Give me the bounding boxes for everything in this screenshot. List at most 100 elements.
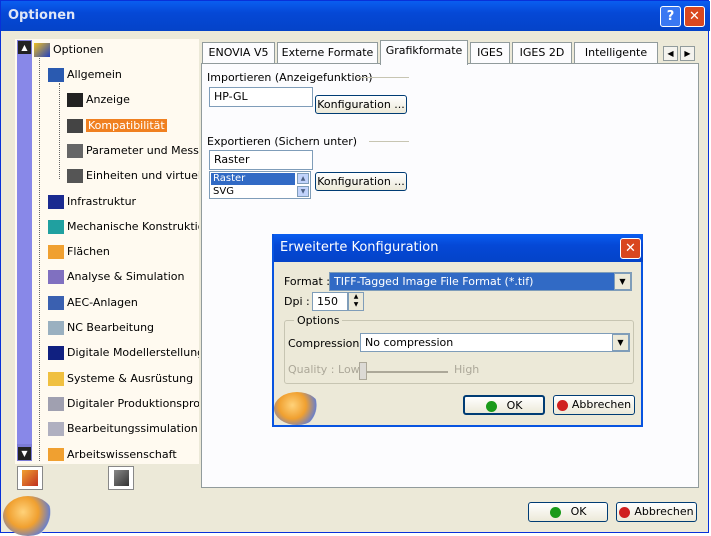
- surface-icon: [48, 245, 64, 260]
- list-scroll-down-icon[interactable]: ▼: [297, 186, 309, 197]
- machining-sim-icon: [48, 422, 64, 437]
- close-button[interactable]: ✕: [684, 6, 705, 27]
- analysis-icon: [48, 270, 64, 285]
- list-scroll-up-icon[interactable]: ▲: [297, 173, 309, 184]
- tree-scroll-down-icon[interactable]: ▼: [18, 447, 31, 460]
- quality-label: Quality : Low: [288, 363, 360, 376]
- quality-high-label: High: [454, 363, 480, 376]
- export-config-button[interactable]: Konfiguration ...: [315, 172, 407, 191]
- tree-item-label: Flächen: [67, 245, 110, 259]
- home-icon: [22, 470, 38, 486]
- tree-item-label: Allgemein: [67, 68, 122, 81]
- compression-label: Compression :: [288, 337, 367, 350]
- tab-iges-2d[interactable]: IGES 2D: [512, 42, 572, 64]
- tree-root-line: [39, 55, 40, 461]
- tree-item-einheiten-und-virtuelle-f[interactable]: Einheiten und virtuelle F: [67, 167, 199, 185]
- tree-item-digitale-modellerstellung[interactable]: Digitale Modellerstellung: [48, 344, 199, 362]
- tab-iges[interactable]: IGES: [470, 42, 510, 64]
- ok-button[interactable]: OK: [528, 502, 608, 522]
- catia-logo-decoration: [3, 496, 53, 536]
- options-group-label: Options: [294, 314, 343, 327]
- tree-root-label: Optionen: [53, 43, 104, 56]
- import-config-button[interactable]: Konfiguration ...: [315, 95, 407, 114]
- tree-item-kompatibilität[interactable]: Kompatibilität: [67, 117, 167, 135]
- tree-item-label: Digitale Modellerstellung: [67, 346, 199, 360]
- export-list-item-svg[interactable]: SVG: [211, 186, 295, 198]
- digital-model-icon: [48, 346, 64, 361]
- infra-icon: [48, 194, 64, 209]
- tree-item-bearbeitungssimulation[interactable]: Bearbeitungssimulation: [48, 420, 198, 438]
- tab-enovia-v5[interactable]: ENOVIA V5: [202, 42, 275, 64]
- tree-scrollbar[interactable]: [17, 40, 32, 461]
- tab-externe-formate[interactable]: Externe Formate: [277, 42, 378, 64]
- tree-scroll-up-icon[interactable]: ▲: [18, 41, 31, 54]
- export-list-item-raster[interactable]: Raster: [211, 173, 295, 185]
- quality-slider-track[interactable]: [362, 371, 448, 373]
- title-bar[interactable]: Optionen ? ✕: [1, 1, 710, 31]
- tree-item-label: Mechanische Konstruktion: [67, 219, 199, 233]
- format-select[interactable]: TIFF-Tagged Image File Format (*.tif) ▼: [329, 272, 632, 291]
- tab-grafikformate[interactable]: Grafikformate: [380, 40, 468, 65]
- dialog-title-bar[interactable]: Erweiterte Konfiguration ✕: [274, 234, 643, 262]
- units-icon: [67, 169, 83, 184]
- tree-item-infrastruktur[interactable]: Infrastruktur: [48, 193, 136, 211]
- dialog-cancel-button[interactable]: Abbrechen: [553, 395, 635, 415]
- compat-icon: [67, 118, 83, 133]
- tree-item-label: Kompatibilität: [86, 118, 167, 132]
- tree-item-systeme-ausrüstung[interactable]: Systeme & Ausrüstung: [48, 370, 193, 388]
- tree-item-digitaler-produktionsprozes[interactable]: Digitaler Produktionsprozes: [48, 395, 199, 413]
- tree-item-arbeitswissenschaft[interactable]: Arbeitswissenschaft: [48, 446, 177, 461]
- help-button[interactable]: ?: [660, 6, 681, 27]
- dialog-ok-icon: [485, 400, 497, 412]
- compression-dropdown-icon[interactable]: ▼: [612, 334, 629, 351]
- import-group-line: [357, 77, 409, 78]
- quality-slider-thumb[interactable]: [359, 362, 367, 380]
- dpi-stepper[interactable]: ▲ ▼: [348, 292, 364, 311]
- aec-icon: [48, 295, 64, 310]
- tree-home-button[interactable]: [17, 466, 43, 490]
- dialog-close-button[interactable]: ✕: [620, 238, 641, 259]
- cancel-button[interactable]: Abbrechen: [616, 502, 697, 522]
- tree-item-label: Parameter und Messung: [86, 143, 199, 157]
- tree-expand-button[interactable]: [108, 466, 134, 490]
- format-dropdown-icon[interactable]: ▼: [614, 273, 631, 290]
- tree-item-mechanische-konstruktion[interactable]: Mechanische Konstruktion: [48, 218, 199, 236]
- systems-icon: [48, 371, 64, 386]
- tree-content: Optionen Allgemein Anzeige Kompatibilität P…: [34, 41, 199, 461]
- options-window: Optionen ? ✕ ▲ ▼ Optionen Allgemein Anzei…: [0, 0, 710, 536]
- options-icon: [34, 43, 50, 57]
- format-label: Format :: [284, 275, 330, 288]
- tab-scroll-left-icon[interactable]: ◀: [663, 46, 678, 61]
- cancel-icon: [619, 506, 631, 518]
- format-select-value: TIFF-Tagged Image File Format (*.tif): [334, 275, 534, 288]
- tree-item-analyse-simulation[interactable]: Analyse & Simulation: [48, 268, 184, 286]
- tree-root[interactable]: Optionen: [34, 41, 103, 59]
- tree-item-label: Infrastruktur: [67, 194, 137, 208]
- tree-scroll-thumb[interactable]: [17, 54, 32, 444]
- compression-select-value: No compression: [365, 336, 454, 349]
- tree-item-aec-anlagen[interactable]: AEC-Anlagen: [48, 294, 138, 312]
- tab-intelligente[interactable]: Intelligente Stüc: [574, 42, 658, 64]
- ergonomics-icon: [48, 447, 64, 461]
- export-format-field[interactable]: Raster: [209, 150, 313, 170]
- tree-item-nc-bearbeitung[interactable]: NC Bearbeitung: [48, 319, 154, 337]
- display-icon: [67, 93, 83, 108]
- tree-item-label: Systeme & Ausrüstung: [67, 371, 194, 385]
- ok-icon: [549, 506, 561, 518]
- tree-branch-line: [59, 83, 60, 179]
- dpi-input[interactable]: 150: [312, 292, 348, 311]
- tree-item-allgemein[interactable]: Allgemein: [48, 66, 122, 84]
- dialog-ok-button[interactable]: OK: [463, 395, 545, 415]
- export-format-list[interactable]: Raster SVG ▲ ▼: [209, 171, 311, 199]
- compression-select[interactable]: No compression ▼: [360, 333, 630, 352]
- tree-item-label: Einheiten und virtuelle F: [86, 169, 199, 183]
- tree-item-flächen[interactable]: Flächen: [48, 243, 110, 261]
- dialog-logo-decoration: [274, 392, 320, 425]
- tab-scroll-right-icon[interactable]: ▶: [680, 46, 695, 61]
- tree-item-label: Bearbeitungssimulation: [67, 422, 198, 436]
- tree-item-parameter-und-messung[interactable]: Parameter und Messung: [67, 142, 199, 160]
- tree-item-anzeige[interactable]: Anzeige: [67, 91, 130, 109]
- gear-icon: [48, 68, 64, 82]
- import-group-label: Importieren (Anzeigefunktion): [207, 71, 373, 84]
- import-format-field[interactable]: HP-GL: [209, 87, 313, 107]
